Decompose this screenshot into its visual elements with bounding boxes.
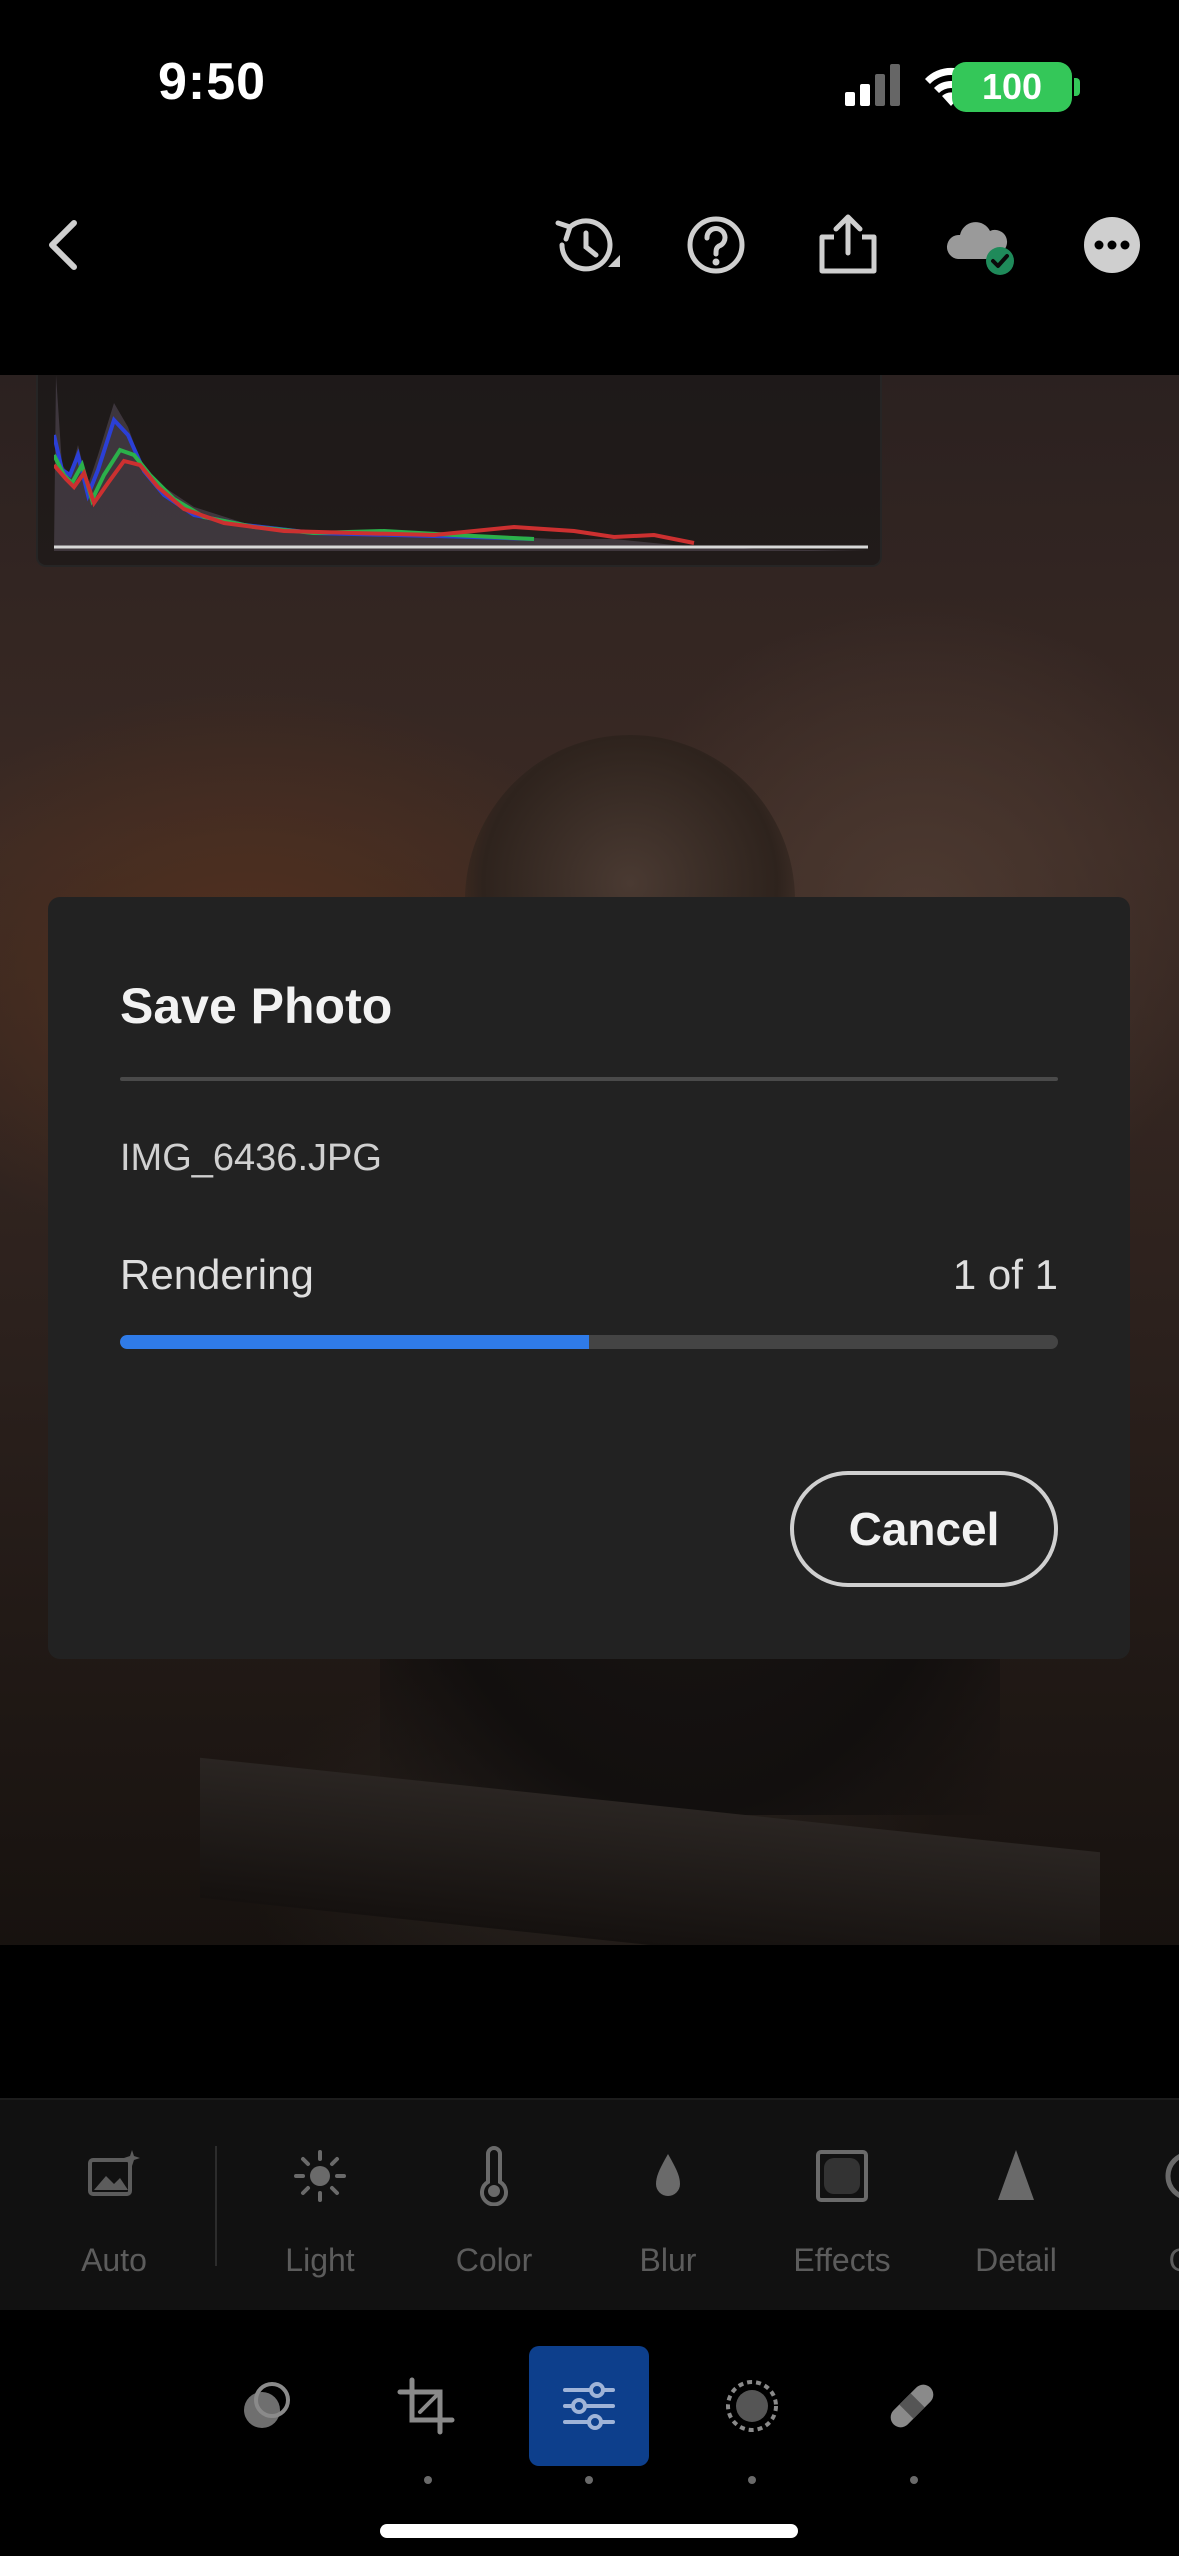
tool-label: Light	[285, 2242, 355, 2278]
tool-light[interactable]: Light	[240, 2146, 400, 2296]
cloud-sync-icon[interactable]	[940, 205, 1020, 285]
nav-healing[interactable]	[852, 2346, 972, 2466]
cancel-button[interactable]: Cancel	[790, 1471, 1058, 1587]
dialog-title: Save Photo	[120, 978, 393, 1034]
render-status: Rendering	[120, 1251, 314, 1298]
nav-indicator-dot	[424, 2476, 432, 2484]
more-icon[interactable]	[1072, 205, 1152, 285]
optics-icon	[1160, 2146, 1179, 2206]
tool-label: Auto	[81, 2242, 147, 2278]
detail-icon	[986, 2146, 1046, 2206]
tool-label: Detail	[975, 2242, 1057, 2278]
share-icon[interactable]	[808, 205, 888, 285]
top-toolbar	[0, 160, 1179, 375]
tool-auto[interactable]: Auto	[34, 2146, 194, 2296]
tool-label: Blur	[639, 2242, 697, 2278]
status-time: 9:50	[158, 53, 267, 111]
status-bar: 9:50 100	[0, 0, 1179, 160]
history-icon[interactable]	[544, 205, 624, 285]
effects-icon	[812, 2146, 872, 2206]
color-icon	[464, 2146, 524, 2207]
cellular-signal-icon	[845, 64, 905, 106]
edit-sliders-icon	[563, 2382, 615, 2430]
render-progress-bar	[120, 1335, 1058, 1349]
histogram	[36, 375, 882, 567]
nav-indicator-dot	[585, 2476, 593, 2484]
tool-detail[interactable]: Detail	[936, 2146, 1096, 2296]
render-progress-fill	[120, 1335, 589, 1349]
presets-icon	[244, 2382, 290, 2428]
tool-blur[interactable]: Blur	[588, 2146, 748, 2296]
crop-icon	[397, 2377, 455, 2435]
dialog-divider	[120, 1077, 1058, 1081]
edit-tools-strip: Auto Light Color Blur Effects Detail	[0, 2098, 1179, 2310]
tool-label: Effects	[793, 2242, 891, 2278]
battery-icon: 100	[952, 62, 1080, 112]
nav-crop[interactable]	[366, 2346, 486, 2466]
tool-color[interactable]: Color	[414, 2146, 574, 2296]
masking-icon	[726, 2380, 778, 2432]
light-icon	[290, 2146, 350, 2206]
nav-indicator-dot	[748, 2476, 756, 2484]
tools-separator	[215, 2146, 217, 2266]
file-name: IMG_6436.JPG	[120, 1137, 382, 1179]
healing-icon	[890, 2384, 934, 2428]
home-indicator[interactable]	[380, 2524, 798, 2538]
back-chevron-icon[interactable]	[26, 205, 106, 285]
nav-presets[interactable]	[206, 2346, 326, 2466]
battery-level: 100	[981, 66, 1043, 107]
tool-effects[interactable]: Effects	[762, 2146, 922, 2296]
nav-indicator-dot	[910, 2476, 918, 2484]
nav-masking[interactable]	[692, 2346, 812, 2466]
blur-icon	[638, 2146, 698, 2206]
auto-icon	[84, 2146, 144, 2206]
save-photo-dialog: Save Photo IMG_6436.JPG Rendering 1 of 1…	[48, 897, 1130, 1659]
tool-label: Op	[1110, 2242, 1179, 2279]
nav-edit[interactable]	[529, 2346, 649, 2466]
render-count: 1 of 1	[952, 1251, 1058, 1298]
tool-label: Color	[455, 2242, 533, 2278]
help-icon[interactable]	[676, 205, 756, 285]
tool-optics[interactable]: Op	[1110, 2146, 1179, 2296]
bottom-nav	[0, 2310, 1179, 2556]
